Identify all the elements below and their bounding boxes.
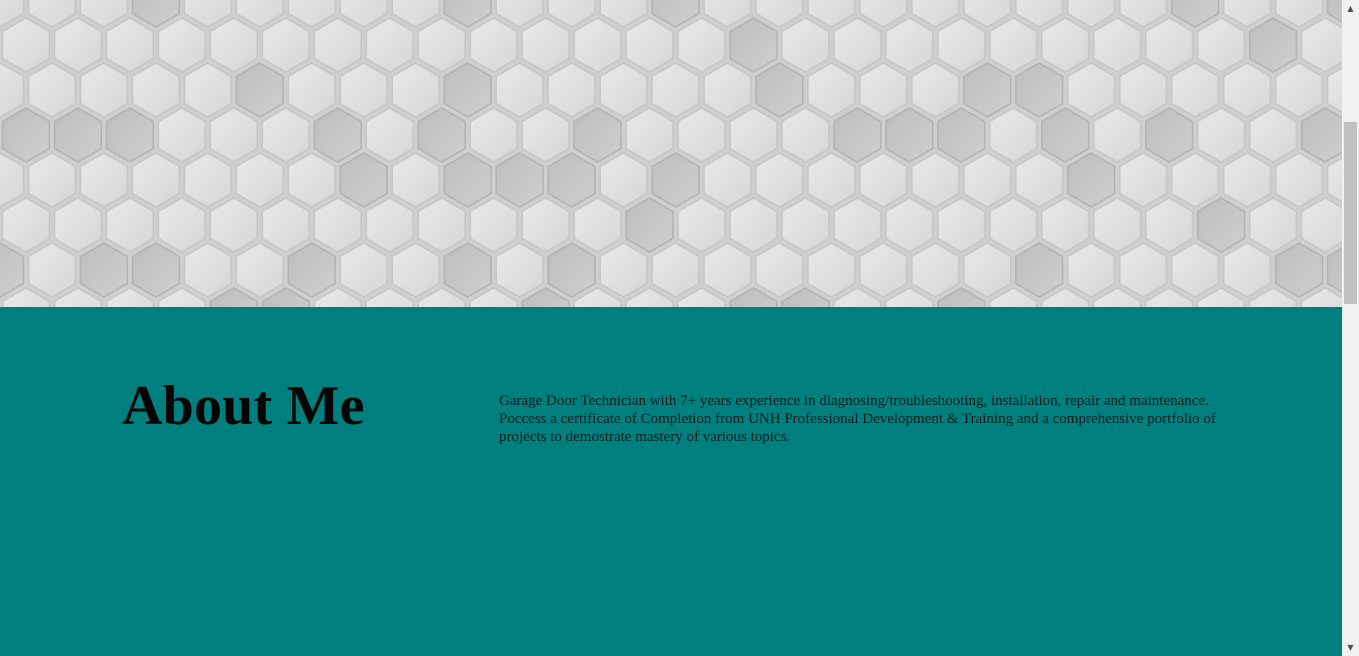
about-description: Garage Door Technician with 7+ years exp… xyxy=(499,393,1216,445)
scrollbar-thumb[interactable] xyxy=(1344,122,1357,304)
about-title: About Me xyxy=(122,375,365,437)
page: About Me Garage Door Technician with 7+ … xyxy=(0,0,1342,656)
about-section: About Me Garage Door Technician with 7+ … xyxy=(0,307,1342,656)
arrow-down-icon[interactable]: ▼ xyxy=(1342,639,1359,656)
vertical-scrollbar[interactable]: ▲ ▼ xyxy=(1342,0,1359,656)
hexagon-pattern-image xyxy=(0,0,1342,307)
hero-hexagon-banner xyxy=(0,0,1342,307)
browser-viewport: About Me Garage Door Technician with 7+ … xyxy=(0,0,1359,656)
arrow-up-icon[interactable]: ▲ xyxy=(1342,0,1359,17)
